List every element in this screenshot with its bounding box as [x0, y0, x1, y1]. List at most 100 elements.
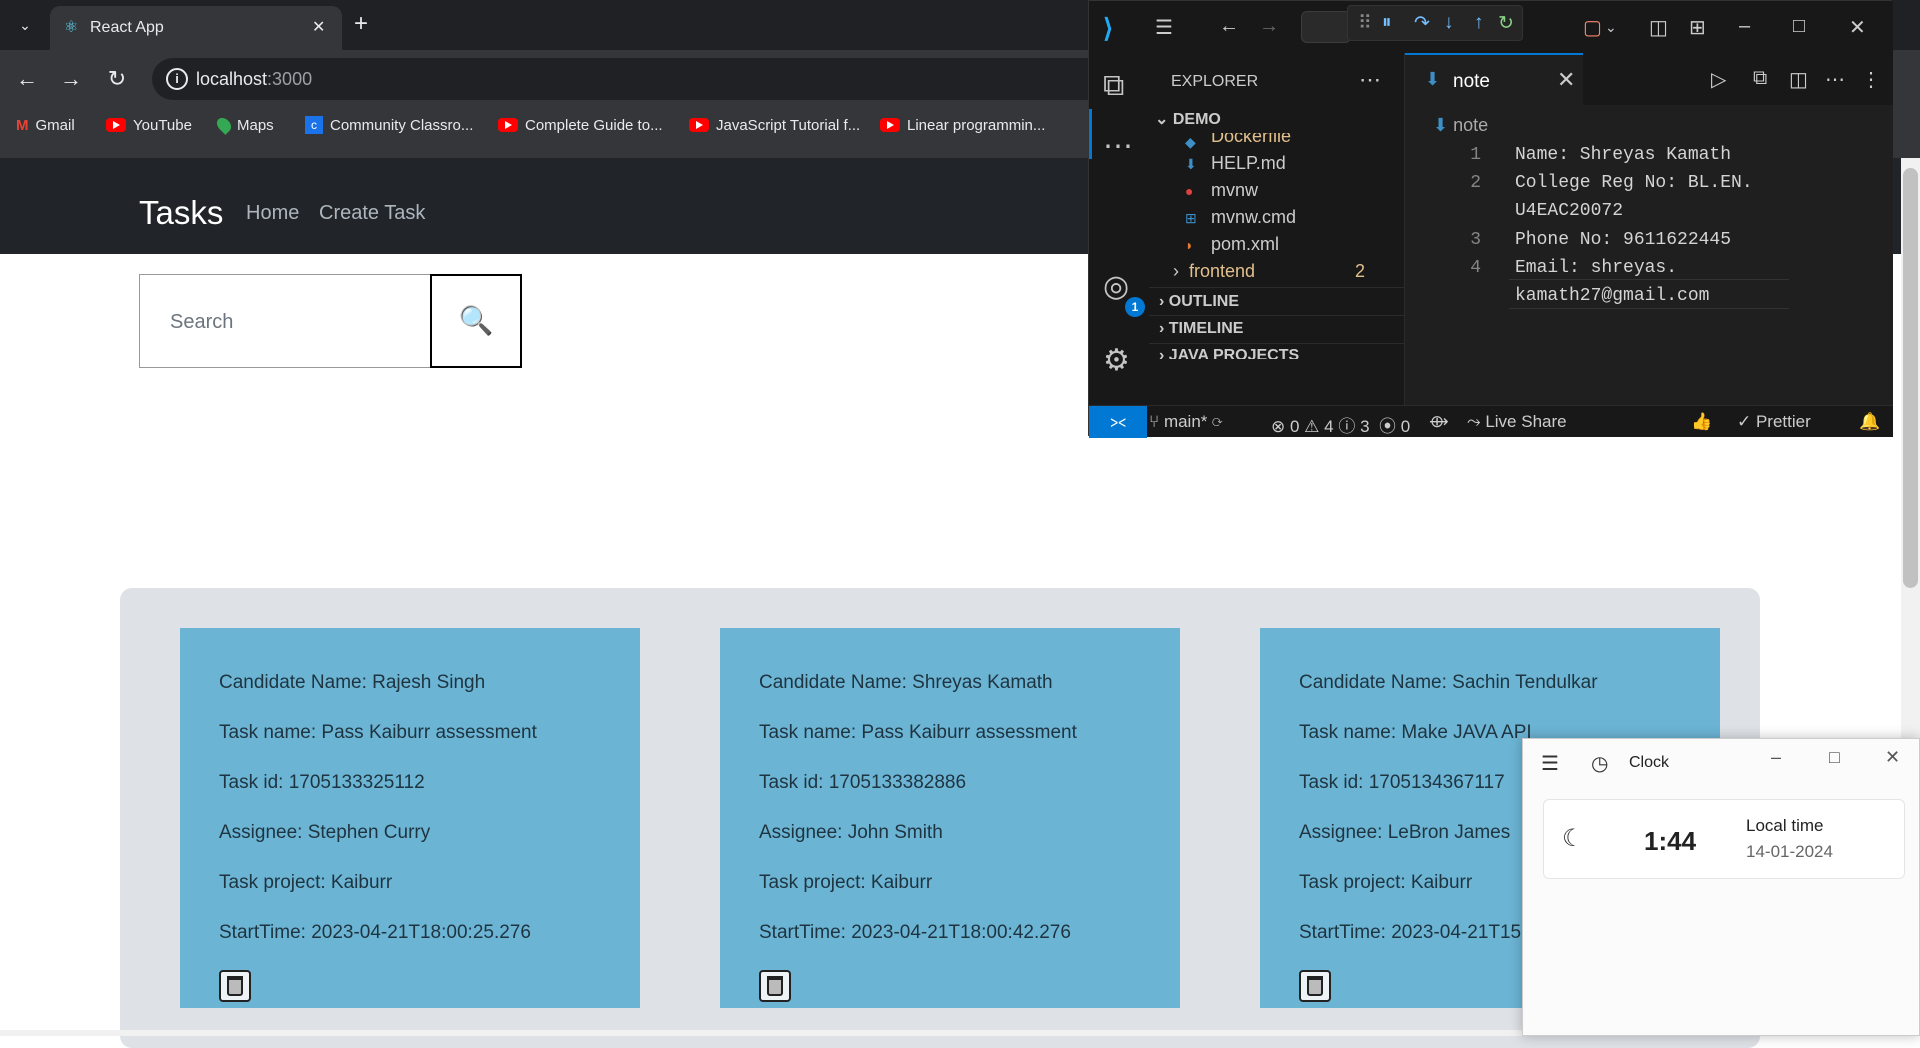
breadcrumb[interactable]: ⬇ note	[1433, 115, 1488, 136]
section-outline[interactable]: › OUTLINE	[1159, 293, 1239, 311]
markdown-icon: ⬇	[1185, 155, 1197, 172]
bookmark-javascript-tutorial[interactable]: JavaScript Tutorial f...	[689, 112, 860, 138]
maximize-icon[interactable]: □	[1793, 15, 1805, 38]
pause-icon[interactable]: ⏸	[1382, 12, 1392, 34]
forward-arrow-icon[interactable]: →	[56, 64, 86, 94]
minimize-icon[interactable]: –	[1739, 15, 1750, 38]
vscode-logo-icon: ⟩	[1103, 13, 1114, 43]
menu-icon[interactable]: ☰	[1155, 15, 1173, 40]
task-list-container: Candidate Name: Rajesh Singh Task name: …	[120, 588, 1760, 1048]
page-scrollbar-thumb[interactable]	[1903, 168, 1918, 588]
tab-search-dropdown-icon[interactable]: ⌄	[10, 10, 40, 40]
step-out-icon[interactable]: ↑	[1474, 12, 1484, 34]
step-into-icon[interactable]: ↓	[1444, 12, 1454, 34]
task-project: Task project: Kaiburr	[1299, 872, 1473, 893]
code-line[interactable]: kamath27@gmail.com	[1515, 286, 1709, 306]
navbar-brand[interactable]: Tasks	[139, 194, 223, 232]
branch-status[interactable]: ⑂ main* ⟳	[1149, 412, 1222, 432]
code-line[interactable]: Phone No: 9611622445	[1515, 230, 1731, 250]
new-tab-icon[interactable]: +	[354, 10, 368, 38]
browser-tab-active[interactable]: ⚛ React App ✕	[50, 6, 342, 50]
code-line[interactable]: Email: shreyas.	[1515, 258, 1677, 278]
markdown-file-icon: ⬇	[1433, 115, 1454, 135]
code-line[interactable]: College Reg No: BL.EN.	[1515, 173, 1753, 193]
folder-frontend[interactable]: › frontend 2	[1173, 261, 1365, 282]
more-views-icon[interactable]: ⋯	[1103, 129, 1133, 164]
live-share-icon: ⤳	[1467, 412, 1486, 431]
file-pom-xml[interactable]: ◗ pom.xml	[1185, 234, 1279, 255]
code-line[interactable]: U4EAC20072	[1515, 201, 1623, 221]
editor-area: ⬇ note ✕ ▷ ⧉ ◫ ⋯ ⋮ ⬇ note 1 2 3 4 Name: …	[1405, 53, 1893, 405]
nav-link-home[interactable]: Home	[246, 202, 299, 225]
drag-handle-icon[interactable]: ⠿	[1358, 12, 1372, 35]
close-icon[interactable]: ✕	[1885, 747, 1900, 768]
address-bar[interactable]: i localhost:3000	[152, 58, 1112, 100]
more-vertical-icon[interactable]: ⋮	[1861, 67, 1881, 92]
file-help-md[interactable]: ⬇ HELP.md	[1185, 153, 1286, 174]
reload-icon[interactable]: ↻	[102, 64, 132, 94]
stop-icon[interactable]: ▢	[1583, 15, 1602, 40]
restart-icon[interactable]: ↻	[1498, 12, 1514, 35]
bookmark-youtube[interactable]: YouTube	[106, 112, 192, 138]
feedback-icon[interactable]: 👍	[1691, 412, 1712, 432]
nav-link-create-task[interactable]: Create Task	[319, 202, 425, 225]
remote-indicator[interactable]: ⪥	[1089, 406, 1147, 438]
bookmark-linear-programming[interactable]: Linear programmin...	[880, 112, 1045, 138]
file-dockerfile[interactable]: ◆ Dockerfile M	[1185, 133, 1291, 151]
maximize-icon[interactable]: □	[1829, 747, 1840, 768]
close-icon[interactable]: ✕	[1849, 15, 1866, 40]
file-mvnw[interactable]: ● mvnw	[1185, 180, 1258, 201]
file-mvnw-cmd[interactable]: ⊞ mvnw.cmd	[1185, 207, 1296, 228]
delete-task-button[interactable]	[219, 970, 251, 1002]
tab-close-icon[interactable]: ✕	[312, 17, 325, 37]
chevron-down-icon[interactable]: ⌄	[1605, 19, 1617, 36]
task-candidate: Candidate Name: Shreyas Kamath	[759, 672, 1053, 693]
open-preview-icon[interactable]: ⧉	[1753, 67, 1767, 90]
ports-status[interactable]: ⦿ 0	[1379, 412, 1410, 437]
back-arrow-icon[interactable]: ←	[1219, 15, 1239, 38]
bookmark-gmail[interactable]: M Gmail	[16, 112, 75, 138]
sync-icon: ⟳	[1212, 412, 1223, 431]
notifications-bell-icon[interactable]: 🔔	[1859, 412, 1880, 432]
explorer-icon[interactable]: ⧉	[1103, 69, 1124, 103]
forward-arrow-icon[interactable]: →	[1259, 15, 1279, 38]
error-icon: ⊗	[1271, 417, 1290, 436]
bookmark-community-classroom[interactable]: c Community Classro...	[305, 112, 473, 138]
section-java-projects[interactable]: › JAVA PROJECTS	[1159, 347, 1299, 359]
command-center[interactable]	[1301, 11, 1351, 43]
bookmark-maps[interactable]: Maps	[214, 112, 274, 138]
clock-window: ☰ ◷ Clock – □ ✕ ☾ 1:44 Local time 14-01-…	[1522, 738, 1920, 1036]
bookmark-complete-guide[interactable]: Complete Guide to...	[498, 112, 663, 138]
more-actions-icon[interactable]: ⋯	[1825, 67, 1845, 92]
minimize-icon[interactable]: –	[1771, 747, 1781, 768]
more-actions-icon[interactable]: ⋯	[1359, 67, 1381, 93]
delete-task-button[interactable]	[759, 970, 791, 1002]
account-icon[interactable]: ◎	[1103, 269, 1129, 304]
close-icon[interactable]: ✕	[1557, 67, 1575, 93]
youtube-icon	[106, 118, 126, 132]
local-time-card[interactable]: ☾ 1:44 Local time 14-01-2024	[1543, 799, 1905, 879]
step-over-icon[interactable]: ↷	[1414, 12, 1430, 35]
live-share-button[interactable]: ⤳ Live Share	[1467, 412, 1567, 432]
search-button[interactable]: 🔍	[430, 274, 522, 368]
editor-tab-bar: ⬇ note ✕ ▷ ⧉ ◫ ⋯ ⋮	[1405, 53, 1893, 105]
debug-status[interactable]: ⟴	[1429, 412, 1449, 432]
hamburger-menu-icon[interactable]: ☰	[1541, 751, 1559, 776]
layout-icon[interactable]: ⊞	[1689, 15, 1706, 40]
run-icon[interactable]: ▷	[1711, 67, 1726, 92]
problems-status[interactable]: ⊗ 0 ⚠ 4 ⓘ 3	[1271, 412, 1370, 437]
editor-tab-note[interactable]: ⬇ note ✕	[1405, 53, 1583, 105]
site-info-icon[interactable]: i	[166, 68, 188, 90]
section-timeline[interactable]: › TIMELINE	[1159, 320, 1243, 338]
toggle-sidebar-icon[interactable]: ◫	[1649, 15, 1668, 40]
prettier-status[interactable]: ✓ Prettier	[1737, 412, 1811, 432]
split-editor-icon[interactable]: ◫	[1789, 67, 1808, 92]
rss-icon: ◗	[1185, 236, 1194, 253]
settings-gear-icon[interactable]: ⚙	[1103, 343, 1130, 378]
search-input[interactable]: Search	[139, 274, 431, 368]
folder-header-demo[interactable]: ⌄ DEMO	[1155, 109, 1221, 129]
delete-task-button[interactable]	[1299, 970, 1331, 1002]
back-arrow-icon[interactable]: ←	[12, 64, 42, 94]
task-name: Task name: Make JAVA API	[1299, 722, 1532, 743]
code-line[interactable]: Name: Shreyas Kamath	[1515, 145, 1731, 165]
